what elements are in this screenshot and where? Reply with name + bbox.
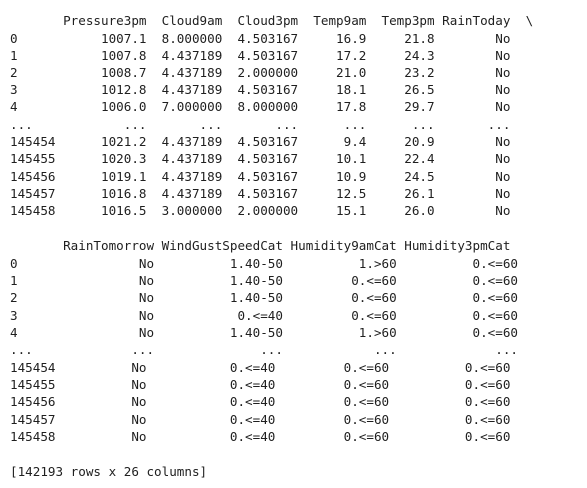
table2-ellipsis-row: ... ... ... ... ...: [10, 342, 518, 357]
table2-row: 145456 No 0.<=40 0.<=60 0.<=60: [10, 394, 511, 409]
table1-row: 1 1007.8 4.437189 4.503167 17.2 24.3 No: [10, 48, 511, 63]
table2-row: 1 No 1.40-50 0.<=60 0.<=60: [10, 273, 518, 288]
table1-row: 145454 1021.2 4.437189 4.503167 9.4 20.9…: [10, 134, 511, 149]
shape-summary: [142193 rows x 26 columns]: [10, 464, 208, 479]
table1-row: 145457 1016.8 4.437189 4.503167 12.5 26.…: [10, 186, 511, 201]
table1-row: 3 1012.8 4.437189 4.503167 18.1 26.5 No: [10, 82, 511, 97]
table2-row: 145458 No 0.<=40 0.<=60 0.<=60: [10, 429, 511, 444]
table1-row: 4 1006.0 7.000000 8.000000 17.8 29.7 No: [10, 99, 511, 114]
table2-row: 2 No 1.40-50 0.<=60 0.<=60: [10, 290, 518, 305]
table2-row: 0 No 1.40-50 1.>60 0.<=60: [10, 256, 518, 271]
table1-row: 145456 1019.1 4.437189 4.503167 10.9 24.…: [10, 169, 511, 184]
table2-row: 145455 No 0.<=40 0.<=60 0.<=60: [10, 377, 511, 392]
table1-row: 2 1008.7 4.437189 2.000000 21.0 23.2 No: [10, 65, 511, 80]
table2-header: RainTomorrow WindGustSpeedCat Humidity9a…: [10, 238, 511, 253]
dataframe-output: Pressure3pm Cloud9am Cloud3pm Temp9am Te…: [0, 0, 587, 488]
table1-ellipsis-row: ... ... ... ... ... ... ...: [10, 117, 511, 132]
table2-row: 4 No 1.40-50 1.>60 0.<=60: [10, 325, 518, 340]
table2-row: 3 No 0.<=40 0.<=60 0.<=60: [10, 308, 518, 323]
table1-row: 145458 1016.5 3.000000 2.000000 15.1 26.…: [10, 203, 511, 218]
table1-row: 145455 1020.3 4.437189 4.503167 10.1 22.…: [10, 151, 511, 166]
table1-row: 0 1007.1 8.000000 4.503167 16.9 21.8 No: [10, 31, 511, 46]
table2-row: 145457 No 0.<=40 0.<=60 0.<=60: [10, 412, 511, 427]
table2-row: 145454 No 0.<=40 0.<=60 0.<=60: [10, 360, 511, 375]
table1-header: Pressure3pm Cloud9am Cloud3pm Temp9am Te…: [10, 13, 534, 28]
